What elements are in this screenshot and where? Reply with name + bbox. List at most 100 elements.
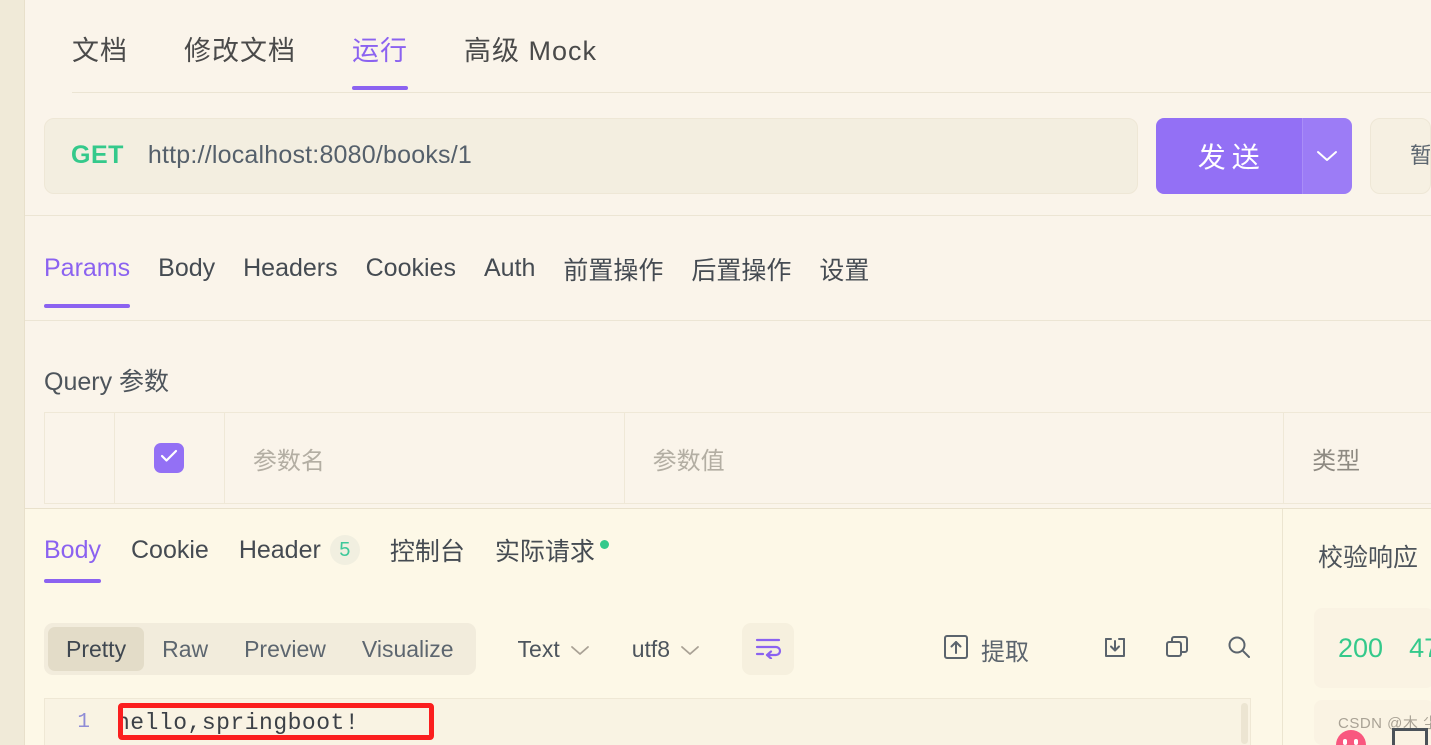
tab-headers[interactable]: Headers: [243, 216, 338, 321]
view-mode-preview-label: Preview: [244, 635, 326, 662]
view-mode-raw-label: Raw: [162, 635, 209, 662]
document-tab-underline: [72, 92, 1431, 93]
query-params-table: 参数名 参数值 类型: [44, 412, 1431, 504]
save-download-icon: [1101, 633, 1129, 666]
checkmark-icon: [160, 449, 178, 468]
tab-headers-label: Headers: [243, 254, 338, 282]
tab-body[interactable]: Body: [158, 216, 215, 321]
extract-label: 提取: [981, 638, 1029, 666]
code-line-text: hello,springboot!: [116, 709, 360, 736]
tab-advanced-mock[interactable]: 高级 Mock: [464, 0, 597, 96]
copy-response-button[interactable]: [1157, 629, 1197, 669]
send-button[interactable]: 发送: [1155, 117, 1302, 194]
view-mode-raw[interactable]: Raw: [144, 627, 226, 671]
tab-run-label: 运行: [352, 35, 408, 66]
url-input[interactable]: GET http://localhost:8080/books/1: [44, 117, 1138, 194]
code-scrollbar[interactable]: [1241, 703, 1248, 744]
response-tab-console-label: 控制台: [389, 538, 465, 566]
tab-pre-operation[interactable]: 前置操作: [563, 216, 663, 321]
encoding-select-value: utf8: [631, 635, 671, 662]
response-tab-body-label: Body: [44, 535, 101, 564]
tab-auth-label: Auth: [483, 254, 536, 282]
response-tab-cookie-label: Cookie: [130, 535, 209, 564]
tab-advanced-mock-label: 高级 Mock: [464, 35, 598, 66]
format-select-value: Text: [517, 635, 560, 662]
format-select[interactable]: Text: [518, 636, 590, 663]
search-response-button[interactable]: [1219, 629, 1259, 669]
param-value-cell[interactable]: 参数值: [625, 413, 1285, 503]
chevron-down-icon: [680, 636, 700, 663]
chevron-down-icon: [570, 636, 590, 663]
query-params-title: Query 参数: [44, 368, 170, 396]
tab-post-operation-label: 后置操作: [691, 256, 792, 285]
tab-document-label: 文档: [72, 35, 128, 66]
document-tab-bar: 文档 修改文档 运行 高级 Mock: [25, 0, 1431, 96]
extract-button[interactable]: 提取: [942, 632, 1029, 667]
param-enabled-cell: [115, 413, 225, 503]
request-tab-divider: [25, 320, 1431, 321]
response-status-box: 200 47: [1314, 608, 1431, 688]
tab-params-label: Params: [44, 254, 131, 282]
view-mode-pretty-label: Pretty: [66, 635, 127, 662]
left-rail: [0, 0, 24, 745]
send-options-button[interactable]: [1301, 117, 1352, 194]
tab-post-operation[interactable]: 后置操作: [691, 216, 791, 321]
left-rail-divider: [24, 0, 25, 745]
response-meta-secondary-box: [1314, 700, 1431, 745]
http-method-label: GET: [71, 141, 124, 169]
tab-pre-operation-label: 前置操作: [563, 256, 664, 285]
tab-settings-label: 设置: [819, 256, 870, 285]
response-tab-bar: Body Cookie Header 5 控制台 实际请求: [44, 509, 639, 591]
view-mode-pretty[interactable]: Pretty: [48, 627, 145, 671]
word-wrap-icon: [754, 635, 782, 664]
tab-edit-document[interactable]: 修改文档: [184, 0, 296, 96]
tab-auth[interactable]: Auth: [484, 216, 535, 321]
tab-params[interactable]: Params: [44, 216, 131, 321]
url-value: http://localhost:8080/books/1: [147, 141, 472, 169]
encoding-select[interactable]: utf8: [632, 636, 700, 663]
api-client-window: 文档 修改文档 运行 高级 Mock GET http://localhost:…: [0, 0, 1431, 745]
word-wrap-button[interactable]: [742, 623, 795, 675]
response-body-toolbar: Pretty Raw Preview Visualize Text utf8 提…: [44, 620, 1259, 678]
save-response-button[interactable]: [1095, 629, 1135, 669]
view-mode-visualize[interactable]: Visualize: [344, 627, 472, 671]
view-mode-group: Pretty Raw Preview Visualize: [44, 623, 476, 675]
response-tab-cookie[interactable]: Cookie: [131, 509, 209, 591]
param-type-label: 类型: [1312, 447, 1361, 475]
tab-edit-document-label: 修改文档: [184, 35, 296, 66]
response-body-code[interactable]: 1 hello,springboot!: [44, 698, 1251, 745]
response-tab-actual-request[interactable]: 实际请求: [495, 509, 609, 591]
copy-icon: [1163, 633, 1191, 666]
param-name-cell[interactable]: 参数名: [225, 413, 625, 503]
tab-body-label: Body: [158, 254, 216, 282]
tab-document[interactable]: 文档: [72, 0, 128, 96]
response-header-count-badge: 5: [329, 535, 360, 565]
code-line: 1 hello,springboot!: [45, 699, 1250, 745]
line-number: 1: [77, 711, 90, 734]
tab-cookies[interactable]: Cookies: [366, 216, 456, 321]
search-icon: [1225, 633, 1253, 666]
tab-run[interactable]: 运行: [352, 0, 408, 96]
param-type-cell[interactable]: 类型: [1284, 413, 1431, 503]
param-value-placeholder: 参数值: [652, 447, 725, 475]
actual-request-status-dot: [599, 539, 609, 549]
save-request-label: 暂存: [1410, 142, 1431, 168]
tab-settings[interactable]: 设置: [819, 216, 869, 321]
body-toolbar-actions: 提取: [942, 629, 1259, 669]
param-name-placeholder: 参数名: [252, 447, 325, 475]
response-tab-body[interactable]: Body: [44, 509, 101, 591]
response-tab-header[interactable]: Header 5: [239, 509, 360, 591]
response-tab-actual-request-label: 实际请求: [494, 538, 595, 566]
status-code: 200: [1338, 632, 1384, 663]
url-bar-row: GET http://localhost:8080/books/1 发送 暂存: [25, 96, 1431, 215]
save-request-button[interactable]: 暂存: [1369, 117, 1431, 194]
response-tab-console[interactable]: 控制台: [390, 509, 465, 591]
request-tab-bar: Params Body Headers Cookies Auth 前置操作 后置…: [25, 216, 1431, 321]
response-tab-header-label: Header: [238, 535, 321, 564]
param-enabled-checkbox[interactable]: [154, 443, 185, 473]
param-drag-handle-cell: [45, 413, 115, 503]
view-mode-preview[interactable]: Preview: [226, 627, 344, 671]
send-button-group: 发送: [1155, 117, 1352, 194]
verify-response-title: 校验响应: [1318, 544, 1419, 572]
tab-cookies-label: Cookies: [365, 254, 456, 282]
